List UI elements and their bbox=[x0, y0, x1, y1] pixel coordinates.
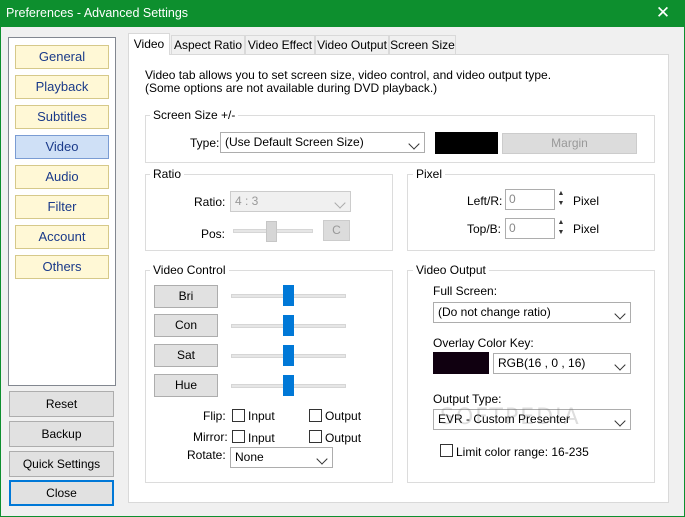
rotate-value: None bbox=[235, 450, 264, 464]
window-title: Preferences - Advanced Settings bbox=[6, 6, 189, 20]
tab-aspect-ratio[interactable]: Aspect Ratio bbox=[171, 35, 245, 54]
tab-video-effect[interactable]: Video Effect bbox=[245, 35, 315, 54]
chevron-down-icon bbox=[334, 197, 346, 209]
reset-button[interactable]: Reset bbox=[9, 391, 114, 417]
overlay-color-value: RGB(16 , 0 , 16) bbox=[498, 356, 586, 370]
overlay-color-select[interactable]: RGB(16 , 0 , 16) bbox=[493, 353, 631, 374]
watermark: SOFTPEDIA bbox=[440, 405, 581, 430]
type-label: Type: bbox=[190, 136, 220, 150]
nav-item-audio[interactable]: Audio bbox=[15, 165, 109, 189]
video-control-group-title: Video Control bbox=[150, 263, 229, 277]
mirror-output-checkbox[interactable] bbox=[309, 430, 322, 443]
flip-input-checkbox[interactable] bbox=[232, 409, 245, 422]
full-screen-select[interactable]: (Do not change ratio) bbox=[433, 302, 631, 323]
top-bottom-label: Top/B: bbox=[467, 222, 502, 236]
backup-preferences-button[interactable]: Backup Preferences bbox=[9, 421, 114, 465]
limit-color-range-checkbox[interactable] bbox=[440, 444, 453, 457]
overlay-color-swatch[interactable] bbox=[433, 352, 489, 374]
full-screen-label: Full Screen: bbox=[433, 284, 498, 298]
ratio-label: Ratio: bbox=[194, 195, 226, 209]
nav-item-filter[interactable]: Filter bbox=[15, 195, 109, 219]
flip-output-checkbox[interactable] bbox=[309, 409, 322, 422]
tab-video-output[interactable]: Video Output bbox=[315, 35, 389, 54]
chevron-down-icon bbox=[408, 138, 420, 150]
saturation-button[interactable]: Sat bbox=[154, 344, 218, 367]
limit-color-range-label: Limit color range: 16-235 bbox=[456, 445, 589, 459]
contrast-button[interactable]: Con bbox=[154, 314, 218, 337]
rotate-select[interactable]: None bbox=[230, 447, 333, 468]
info-text-line1: Video tab allows you to set screen size,… bbox=[145, 68, 552, 82]
output-type-label: Output Type: bbox=[433, 392, 502, 406]
close-button[interactable]: Close bbox=[9, 480, 114, 506]
mirror-input-checkbox[interactable] bbox=[232, 430, 245, 443]
pos-label: Pos: bbox=[201, 227, 226, 241]
chevron-down-icon bbox=[614, 308, 626, 320]
hue-slider-thumb[interactable] bbox=[283, 375, 294, 396]
video-output-group-title: Video Output bbox=[413, 263, 489, 277]
title-bar: Preferences - Advanced Settings ✕ bbox=[0, 0, 685, 27]
ratio-group-title: Ratio bbox=[150, 167, 185, 181]
overlay-color-key-label: Overlay Color Key: bbox=[433, 336, 534, 350]
close-window-icon[interactable]: ✕ bbox=[641, 0, 685, 27]
tab-video[interactable]: Video bbox=[128, 33, 170, 55]
chevron-down-icon bbox=[316, 453, 328, 465]
chevron-down-icon bbox=[614, 415, 626, 427]
flip-input-label: Input bbox=[248, 409, 275, 423]
brightness-slider-thumb[interactable] bbox=[283, 285, 294, 306]
pos-center-button[interactable]: C bbox=[323, 220, 350, 241]
mirror-output-label: Output bbox=[325, 431, 362, 445]
saturation-slider-thumb[interactable] bbox=[283, 345, 294, 366]
top-bottom-spinner[interactable]: ▲ ▼ bbox=[555, 218, 567, 239]
nav-item-others[interactable]: Others bbox=[15, 255, 109, 279]
window-border-left bbox=[0, 27, 1, 517]
top-bottom-unit: Pixel bbox=[573, 222, 600, 236]
nav-item-video[interactable]: Video bbox=[15, 135, 109, 159]
category-list: General Playback Subtitles Video Audio F… bbox=[8, 37, 116, 386]
margin-button[interactable]: Margin bbox=[502, 133, 637, 154]
mirror-label: Mirror: bbox=[193, 430, 228, 444]
flip-label: Flip: bbox=[203, 409, 226, 423]
tab-screen-size[interactable]: Screen Size bbox=[389, 35, 456, 54]
pos-slider-thumb[interactable] bbox=[266, 221, 277, 242]
chevron-down-icon bbox=[614, 359, 626, 371]
left-right-spinner[interactable]: ▲ ▼ bbox=[555, 189, 567, 210]
screen-size-group-title: Screen Size +/- bbox=[150, 108, 239, 122]
pixel-group-title: Pixel bbox=[413, 167, 446, 181]
mirror-input-label: Input bbox=[248, 431, 275, 445]
top-bottom-input[interactable]: 0 bbox=[505, 218, 555, 239]
screen-color-swatch[interactable] bbox=[435, 132, 498, 154]
left-right-input[interactable]: 0 bbox=[505, 189, 555, 210]
ratio-value: 4 : 3 bbox=[235, 194, 259, 208]
pixel-group bbox=[407, 174, 655, 251]
left-right-unit: Pixel bbox=[573, 194, 600, 208]
nav-item-playback[interactable]: Playback bbox=[15, 75, 109, 99]
nav-item-general[interactable]: General bbox=[15, 45, 109, 69]
nav-item-account[interactable]: Account bbox=[15, 225, 109, 249]
ratio-select[interactable]: 4 : 3 bbox=[230, 191, 351, 212]
rotate-label: Rotate: bbox=[187, 448, 226, 462]
info-text-line2: (Some options are not available during D… bbox=[145, 81, 438, 95]
brightness-button[interactable]: Bri bbox=[154, 285, 218, 308]
hue-button[interactable]: Hue bbox=[154, 374, 218, 397]
full-screen-value: (Do not change ratio) bbox=[438, 305, 551, 319]
quick-settings-button[interactable]: Quick Settings bbox=[9, 451, 114, 477]
contrast-slider-thumb[interactable] bbox=[283, 315, 294, 336]
screen-size-type-select[interactable]: (Use Default Screen Size) bbox=[220, 132, 425, 153]
nav-item-subtitles[interactable]: Subtitles bbox=[15, 105, 109, 129]
flip-output-label: Output bbox=[325, 409, 362, 423]
left-right-label: Left/R: bbox=[467, 194, 503, 208]
screen-size-type-value: (Use Default Screen Size) bbox=[225, 135, 364, 149]
